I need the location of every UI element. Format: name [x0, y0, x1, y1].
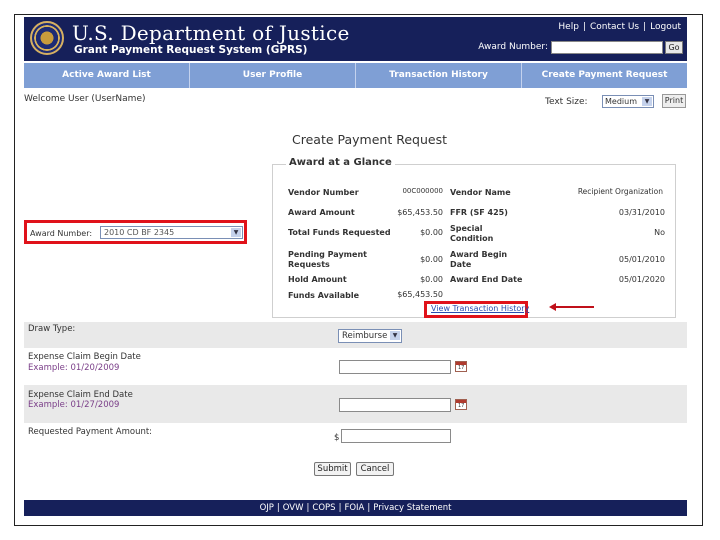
calendar-icon[interactable]: 17	[455, 399, 467, 410]
top-links: Help | Contact Us | Logout	[558, 22, 681, 32]
logout-link[interactable]: Logout	[650, 22, 681, 32]
draw-type-label: Draw Type:	[28, 324, 76, 334]
arrow-shaft	[555, 306, 594, 308]
text-size-label: Text Size:	[545, 97, 588, 107]
footer-link-privacy[interactable]: Privacy Statement	[373, 503, 451, 513]
calendar-glyph: 17	[458, 365, 465, 371]
calendar-icon[interactable]: 17	[455, 361, 467, 372]
award-amount-label: Award Amount	[288, 208, 355, 217]
text-size-select[interactable]: Medium ▼	[602, 95, 654, 108]
currency-symbol: $	[334, 433, 340, 443]
hold-amount-label: Hold Amount	[288, 275, 347, 284]
main-nav: Active Award List User Profile Transacti…	[24, 63, 687, 88]
text-size-value: Medium	[605, 97, 637, 106]
requested-payment-amount-input[interactable]	[341, 429, 451, 443]
submit-button[interactable]: Submit	[314, 462, 351, 476]
tab-active-award-list[interactable]: Active Award List	[24, 63, 190, 88]
award-at-a-glance-legend: Award at a Glance	[286, 157, 395, 168]
chevron-down-icon: ▼	[231, 228, 241, 237]
page-title: Create Payment Request	[292, 132, 447, 147]
draw-type-value: Reimburse	[342, 331, 388, 341]
calendar-glyph: 17	[458, 403, 465, 409]
ffr-value: 03/31/2010	[618, 208, 665, 217]
total-funds-requested-value: $0.00	[420, 228, 443, 237]
award-number-select[interactable]: 2010 CD BF 2345 ▼	[100, 226, 243, 239]
footer-link-foia[interactable]: FOIA	[344, 503, 364, 513]
award-number-label: Award Number:	[30, 229, 93, 238]
vendor-name-label: Vendor Name	[450, 188, 511, 197]
award-end-date-label: Award End Date	[450, 275, 523, 284]
view-transaction-history-link[interactable]: View Transaction History	[431, 304, 529, 313]
site-title: U.S. Department of Justice	[72, 21, 350, 45]
cancel-button[interactable]: Cancel	[356, 462, 394, 476]
site-subtitle: Grant Payment Request System (GPRS)	[74, 44, 308, 56]
footer-link-cops[interactable]: COPS	[312, 503, 335, 513]
award-search-label: Award Number:	[478, 42, 548, 52]
award-begin-date-value: 05/01/2010	[618, 255, 665, 264]
site-header: U.S. Department of Justice Grant Payment…	[24, 17, 687, 61]
expense-begin-date-label: Expense Claim Begin Date	[28, 352, 141, 362]
requested-payment-amount-label: Requested Payment Amount:	[28, 427, 153, 437]
total-funds-requested-label: Total Funds Requested	[288, 228, 391, 237]
chevron-down-icon: ▼	[642, 97, 652, 106]
award-end-date-value: 05/01/2020	[618, 275, 665, 284]
award-search-input[interactable]	[551, 40, 663, 54]
award-begin-date-label: Award Begin Date	[450, 250, 508, 269]
ffr-label: FFR (SF 425)	[450, 208, 508, 217]
contact-us-link[interactable]: Contact Us	[590, 22, 639, 32]
help-link[interactable]: Help	[558, 22, 579, 32]
doj-seal-logo	[30, 21, 64, 55]
award-number-value: 2010 CD BF 2345	[104, 228, 175, 237]
draw-type-select[interactable]: Reimburse ▼	[338, 329, 402, 343]
print-button[interactable]: Print	[662, 94, 686, 108]
vendor-number-label: Vendor Number	[288, 188, 359, 197]
footer-link-ojp[interactable]: OJP	[260, 503, 274, 513]
funds-available-value: $65,453.50	[397, 290, 443, 299]
go-button[interactable]: Go	[665, 40, 683, 54]
vendor-number-value: 00C000000	[402, 187, 443, 195]
welcome-text: Welcome User (UserName)	[24, 94, 146, 104]
site-footer: OJP | OVW | COPS | FOIA | Privacy Statement	[24, 500, 687, 516]
chevron-down-icon: ▼	[390, 331, 400, 340]
tab-user-profile[interactable]: User Profile	[190, 63, 356, 88]
funds-available-label: Funds Available	[288, 291, 360, 300]
special-condition-value: No	[654, 228, 665, 237]
special-condition-label: Special Condition	[450, 224, 494, 243]
award-amount-value: $65,453.50	[397, 208, 443, 217]
expense-end-date-example: Example: 01/27/2009	[28, 400, 120, 410]
vendor-name-value: Recipient Organization	[577, 187, 663, 196]
expense-end-date-input[interactable]	[339, 398, 451, 412]
tab-create-payment-request[interactable]: Create Payment Request	[522, 63, 687, 88]
pending-payment-requests-value: $0.00	[420, 255, 443, 264]
expense-end-date-label: Expense Claim End Date	[28, 390, 133, 400]
pending-payment-requests-label: Pending Payment Requests	[288, 250, 367, 269]
expense-begin-date-input[interactable]	[339, 360, 451, 374]
award-search: Award Number: Go	[478, 40, 683, 54]
hold-amount-value: $0.00	[420, 275, 443, 284]
footer-link-ovw[interactable]: OVW	[283, 503, 304, 513]
expense-begin-date-example: Example: 01/20/2009	[28, 363, 120, 373]
tab-transaction-history[interactable]: Transaction History	[356, 63, 522, 88]
